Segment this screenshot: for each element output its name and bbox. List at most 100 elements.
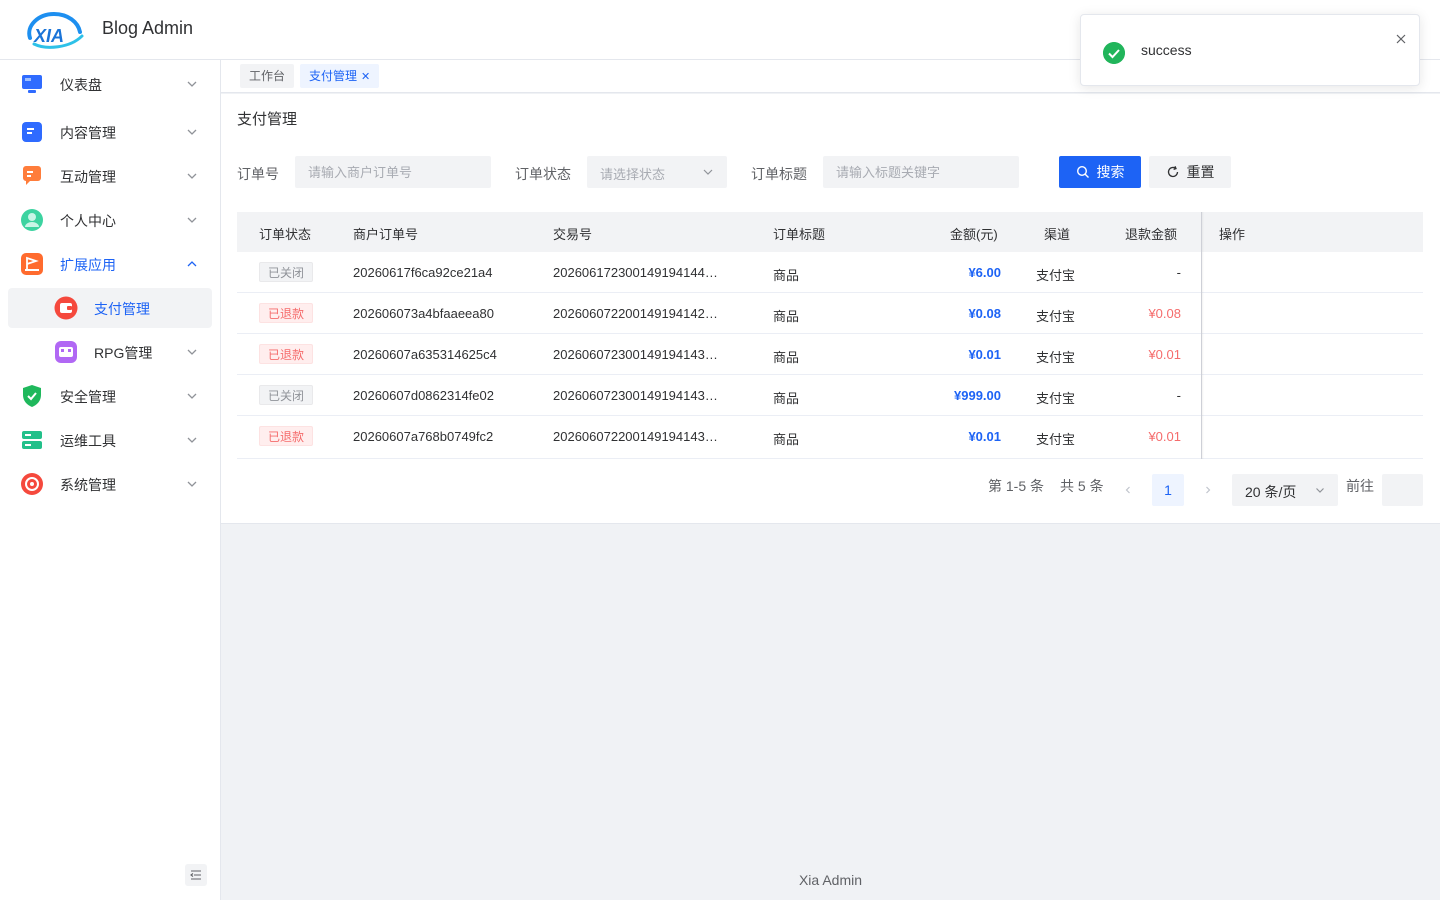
next-page-button[interactable] — [1192, 474, 1224, 506]
refund-amount: ¥0.01 — [1148, 347, 1181, 362]
amount: ¥0.08 — [968, 306, 1001, 321]
sidebar-item-label: 个人中心 — [60, 213, 116, 229]
close-icon[interactable] — [1395, 33, 1407, 45]
sidebar-item-profile[interactable]: 个人中心 — [8, 200, 212, 240]
amount: ¥6.00 — [968, 265, 1001, 280]
chevron-down-icon — [187, 173, 197, 179]
sidebar-item-label: 支付管理 — [94, 301, 150, 317]
trade-no: 202606072200149194142… — [553, 306, 718, 321]
goto-page-input[interactable] — [1382, 474, 1423, 506]
goto-label: 前往 — [1346, 478, 1374, 494]
document-icon — [22, 122, 42, 142]
channel: 支付宝 — [1036, 391, 1076, 406]
pagination-total: 共 5 条 — [1060, 478, 1104, 494]
table-row: 已退款 20260607a768b0749fc2 202606072200149… — [237, 416, 1423, 459]
order-no-input[interactable] — [295, 156, 491, 188]
status-select[interactable]: 请选择状态 — [587, 156, 727, 188]
table-row: 已关闭 20260607d0862314fe02 202606072300149… — [237, 375, 1423, 416]
pagination-range: 第 1-5 条 — [988, 478, 1045, 494]
chevron-right-icon — [1206, 486, 1211, 494]
chevron-down-icon — [187, 81, 197, 87]
title-label: 订单标题 — [751, 166, 807, 182]
logo-icon: XIA — [27, 11, 84, 49]
reset-button[interactable]: 重置 — [1149, 156, 1231, 188]
sidebar-item-content[interactable]: 内容管理 — [8, 112, 212, 152]
reset-button-label: 重置 — [1186, 164, 1215, 180]
sidebar-item-label: 内容管理 — [60, 125, 116, 141]
fixed-column-shadow — [1201, 212, 1204, 459]
column-header: 订单状态 — [259, 227, 312, 242]
refund-amount: ¥0.01 — [1148, 429, 1181, 444]
sidebar-item-label: 安全管理 — [60, 389, 116, 405]
prev-page-button[interactable] — [1112, 474, 1144, 506]
channel: 支付宝 — [1036, 309, 1076, 324]
page-size-value: 20 条/页 — [1245, 484, 1297, 500]
tag-workbench[interactable]: 工作台 — [240, 64, 295, 88]
sidebar-item-label: RPG管理 — [94, 345, 153, 361]
sidebar-item-security[interactable]: 安全管理 — [8, 376, 212, 416]
chevron-down-icon — [187, 437, 197, 443]
merchant-order-no: 20260607a635314625c4 — [353, 347, 497, 362]
chevron-down-icon — [187, 349, 197, 355]
column-header: 交易号 — [553, 227, 593, 242]
order-title: 商品 — [773, 309, 800, 324]
chevron-down-icon — [187, 129, 197, 135]
sidebar-item-payment[interactable]: 支付管理 — [8, 288, 212, 328]
amount: ¥0.01 — [968, 429, 1001, 444]
search-icon — [1076, 165, 1089, 178]
channel: 支付宝 — [1036, 432, 1076, 447]
table-row: 已退款 20260607a635314625c4 202606072300149… — [237, 334, 1423, 375]
tag-payment[interactable]: 支付管理 ✕ — [300, 64, 380, 88]
search-button[interactable]: 搜索 — [1059, 156, 1141, 188]
sidebar-item-label: 运维工具 — [60, 433, 116, 449]
merchant-order-no: 202606073a4bfaaeea80 — [353, 306, 494, 321]
tag-label: 工作台 — [249, 69, 286, 83]
sidebar-item-label: 扩展应用 — [60, 257, 116, 273]
order-title: 商品 — [773, 432, 800, 447]
column-header: 金额(元) — [950, 227, 998, 242]
sidebar-item-rpg[interactable]: RPG管理 — [8, 332, 212, 372]
close-icon[interactable]: ✕ — [361, 71, 370, 83]
trade-no: 202606072200149194143… — [553, 429, 718, 444]
collapse-sidebar-icon[interactable] — [185, 864, 207, 886]
chat-icon — [23, 166, 41, 185]
status-placeholder: 请选择状态 — [600, 167, 666, 182]
title-input[interactable] — [823, 156, 1019, 188]
page-size-select[interactable]: 20 条/页 — [1232, 474, 1338, 506]
chevron-left-icon — [1125, 486, 1130, 494]
table-header: 订单状态 商户订单号 交易号 订单标题 金额(元) 渠道 退款金额 操作 — [237, 212, 1423, 252]
settings-icon — [21, 473, 43, 495]
status-badge: 已退款 — [259, 344, 314, 364]
chevron-down-icon — [187, 393, 197, 399]
column-header: 操作 — [1219, 227, 1246, 242]
svg-text:XIA: XIA — [33, 26, 64, 46]
column-header: 订单标题 — [773, 227, 826, 242]
page-title: 支付管理 — [237, 111, 298, 128]
sidebar-item-ops[interactable]: 运维工具 — [8, 420, 212, 460]
flag-icon — [21, 253, 43, 275]
refund-amount: ¥0.08 — [1148, 306, 1181, 321]
table-row: 已退款 202606073a4bfaaeea80 202606072200149… — [237, 293, 1423, 334]
amount: ¥0.01 — [968, 347, 1001, 362]
column-header: 商户订单号 — [353, 227, 419, 242]
page-number-button[interactable]: 1 — [1152, 474, 1184, 506]
chevron-down-icon — [187, 481, 197, 487]
order-title: 商品 — [773, 350, 800, 365]
sidebar-item-extensions[interactable]: 扩展应用 — [8, 244, 212, 284]
order-no-label: 订单号 — [237, 166, 279, 182]
refund-amount: - — [1176, 388, 1181, 403]
sidebar-item-label: 系统管理 — [60, 477, 116, 493]
toast-message: success — [1141, 42, 1192, 58]
sidebar-item-interaction[interactable]: 互动管理 — [8, 156, 212, 196]
success-toast: success — [1080, 14, 1420, 86]
main-card: 支付管理 订单号 订单状态 请选择状态 订单标题 搜索 重置 订单状态 商户订单… — [221, 94, 1440, 524]
sidebar-item-dashboard[interactable]: 仪表盘 — [8, 64, 212, 104]
sidebar-item-label: 互动管理 — [60, 169, 116, 185]
merchant-order-no: 20260607a768b0749fc2 — [353, 429, 494, 444]
server-icon — [22, 431, 42, 449]
user-icon — [21, 209, 43, 231]
game-icon — [55, 341, 77, 363]
brand-title: Blog Admin — [102, 18, 194, 38]
sidebar-item-system[interactable]: 系统管理 — [8, 464, 212, 504]
table-row: 已关闭 20260617f6ca92ce21a4 202606172300149… — [237, 252, 1423, 293]
